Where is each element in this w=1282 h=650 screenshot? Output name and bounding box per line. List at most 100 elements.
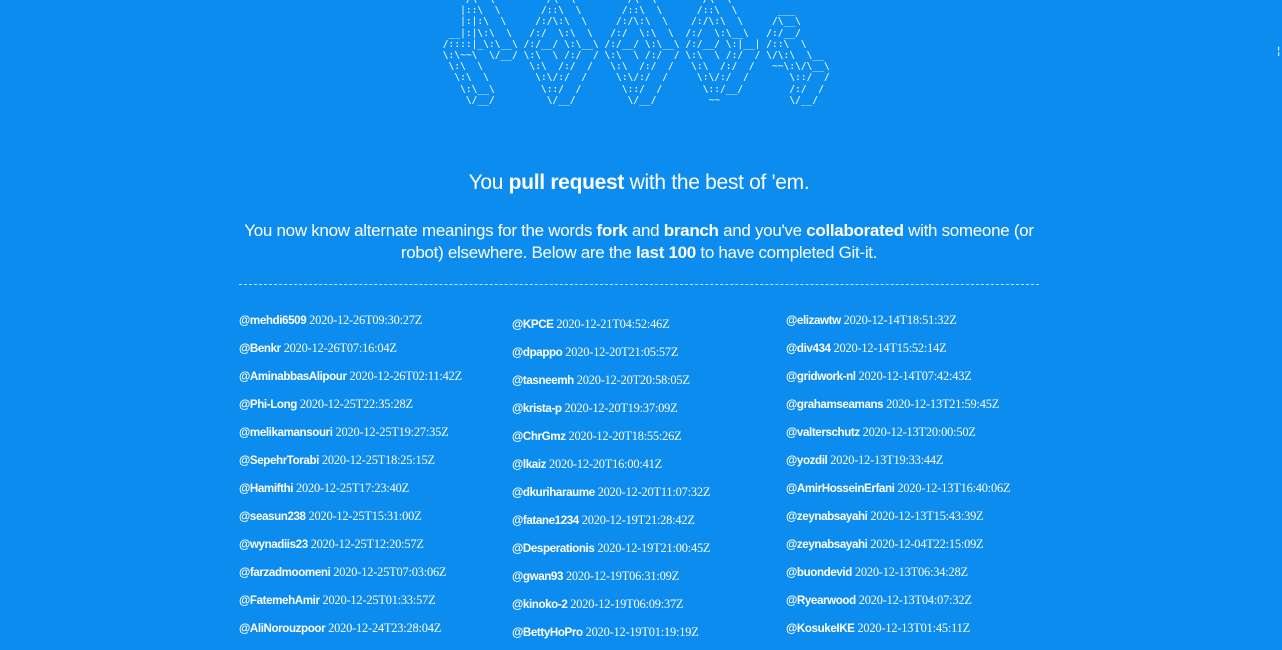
user-handle-link[interactable]: @dkuriharaume	[512, 486, 595, 499]
completion-entry: @FatemehAmir 2020-12-25T01:33:57Z	[239, 593, 436, 608]
user-handle-link[interactable]: @div434	[786, 342, 831, 355]
completion-entry: @Hamifthi 2020-12-25T17:23:40Z	[239, 481, 409, 496]
completion-timestamp: 2020-12-13T06:34:28Z	[854, 565, 968, 579]
completion-entry: @yozdil 2020-12-13T19:33:44Z	[786, 453, 943, 468]
completion-timestamp: 2020-12-26T09:30:27Z	[309, 313, 423, 327]
intro-term-collaborated: collaborated	[806, 221, 904, 240]
completion-entry: @gridwork-nl 2020-12-14T07:42:43Z	[786, 369, 972, 384]
user-handle-link[interactable]: @mehdi6509	[239, 314, 307, 327]
completion-timestamp: 2020-12-13T01:45:11Z	[857, 621, 970, 635]
completion-timestamp: 2020-12-19T21:00:45Z	[597, 541, 711, 555]
user-handle-link[interactable]: @elizawtw	[786, 314, 841, 327]
completion-timestamp: 2020-12-13T16:40:06Z	[897, 481, 1011, 495]
user-handle-link[interactable]: @BettyHoPro	[512, 626, 583, 639]
completion-entry: @div434 2020-12-14T15:52:14Z	[786, 341, 947, 356]
completion-entry: @AmirHosseinErfani 2020-12-13T16:40:06Z	[786, 481, 1011, 496]
completion-entry: @zeynabsayahi 2020-12-13T15:43:39Z	[786, 509, 984, 524]
user-handle-link[interactable]: @AliNorouzpoor	[239, 622, 326, 635]
user-handle-link[interactable]: @yozdil	[786, 454, 828, 467]
completion-timestamp: 2020-12-19T01:19:19Z	[585, 625, 699, 639]
user-handle-link[interactable]: @zeynabsayahi	[786, 510, 868, 523]
user-handle-link[interactable]: @krista-p	[512, 402, 562, 415]
completion-timestamp: 2020-12-19T06:09:37Z	[570, 597, 684, 611]
intro-text-1: You now know alternate meanings for the …	[244, 221, 597, 240]
completion-timestamp: 2020-12-25T01:33:57Z	[322, 593, 436, 607]
completion-timestamp: 2020-12-25T18:25:15Z	[321, 453, 435, 467]
completion-timestamp: 2020-12-25T19:27:35Z	[335, 425, 449, 439]
user-handle-link[interactable]: @AminabbasAlipour	[239, 370, 347, 383]
completion-timestamp: 2020-12-14T15:52:14Z	[833, 341, 947, 355]
user-handle-link[interactable]: @ChrGmz	[512, 430, 566, 443]
user-handle-link[interactable]: @grahamseamans	[786, 398, 884, 411]
user-handle-link[interactable]: @Phi-Long	[239, 398, 297, 411]
user-handle-link[interactable]: @melikamansouri	[239, 426, 333, 439]
completion-timestamp: 2020-12-20T18:55:26Z	[568, 429, 682, 443]
completion-timestamp: 2020-12-13T19:33:44Z	[830, 453, 944, 467]
user-handle-link[interactable]: @KPCE	[512, 318, 554, 331]
headline-strong: pull request	[508, 171, 625, 194]
intro-text-2: and	[627, 221, 664, 240]
completion-timestamp: 2020-12-20T20:58:05Z	[576, 373, 690, 387]
intro-text-3: and you've	[718, 221, 807, 240]
user-handle-link[interactable]: @seasun238	[239, 510, 306, 523]
user-handle-link[interactable]: @dpappo	[512, 346, 563, 359]
completion-entry: @wynadiis23 2020-12-25T12:20:57Z	[239, 537, 424, 552]
completion-entry: @tasneemh 2020-12-20T20:58:05Z	[512, 373, 690, 388]
completion-entry: @kinoko-2 2020-12-19T06:09:37Z	[512, 597, 684, 612]
completion-timestamp: 2020-12-25T17:23:40Z	[296, 481, 410, 495]
headline-suffix: with the best of 'em.	[624, 171, 810, 194]
user-handle-link[interactable]: @buondevid	[786, 566, 852, 579]
completion-timestamp: 2020-12-20T11:07:32Z	[597, 485, 711, 499]
user-handle-link[interactable]: @tasneemh	[512, 374, 574, 387]
completion-entry: @AliNorouzpoor 2020-12-24T23:28:04Z	[239, 621, 441, 636]
user-handle-link[interactable]: @Desperationis	[512, 542, 595, 555]
completion-entry: @lkaiz 2020-12-20T16:00:41Z	[512, 457, 662, 472]
completion-entry: @KPCE 2020-12-21T04:52:46Z	[512, 317, 670, 332]
headline-prefix: You	[468, 171, 509, 194]
completion-entry: @grahamseamans 2020-12-13T21:59:45Z	[786, 397, 999, 412]
user-handle-link[interactable]: @farzadmoomeni	[239, 566, 331, 579]
user-handle-link[interactable]: @wynadiis23	[239, 538, 308, 551]
completion-timestamp: 2020-12-20T16:00:41Z	[548, 457, 662, 471]
completion-timestamp: 2020-12-26T02:11:42Z	[349, 369, 463, 383]
completion-entry: @buondevid 2020-12-13T06:34:28Z	[786, 565, 968, 580]
user-handle-link[interactable]: @gridwork-nl	[786, 370, 856, 383]
user-handle-link[interactable]: @Ryearwood	[786, 594, 856, 607]
user-handle-link[interactable]: @valterschutz	[786, 426, 860, 439]
edge-glyph: ¦	[1275, 44, 1282, 57]
user-handle-link[interactable]: @zeynabsayahi	[786, 538, 868, 551]
user-handle-link[interactable]: @fatane1234	[512, 514, 579, 527]
completion-entry: @valterschutz 2020-12-13T20:00:50Z	[786, 425, 976, 440]
completion-entry: @farzadmoomeni 2020-12-25T07:03:06Z	[239, 565, 447, 580]
git-it-ascii-banner: /\ \ /\ \ /\ \ /\ \ |::\ \ /::\ \ /::\ \…	[442, 0, 830, 106]
user-handle-link[interactable]: @Benkr	[239, 342, 281, 355]
intro-text-5: to have completed Git-it.	[695, 243, 878, 262]
user-handle-link[interactable]: @SepehrTorabi	[239, 454, 319, 467]
intro-paragraph: You now know alternate meanings for the …	[239, 220, 1039, 264]
completion-timestamp: 2020-12-25T22:35:28Z	[299, 397, 413, 411]
user-handle-link[interactable]: @KosukeIKE	[786, 622, 855, 635]
intro-term-branch: branch	[663, 221, 719, 240]
user-handle-link[interactable]: @FatemehAmir	[239, 594, 320, 607]
completion-entry: @mehdi6509 2020-12-26T09:30:27Z	[239, 313, 422, 328]
completion-timestamp: 2020-12-04T22:15:09Z	[870, 537, 984, 551]
completion-timestamp: 2020-12-13T15:43:39Z	[870, 509, 984, 523]
completion-timestamp: 2020-12-13T04:07:32Z	[858, 593, 972, 607]
completion-timestamp: 2020-12-20T21:05:57Z	[565, 345, 679, 359]
user-handle-link[interactable]: @lkaiz	[512, 458, 546, 471]
user-handle-link[interactable]: @kinoko-2	[512, 598, 568, 611]
user-handle-link[interactable]: @AmirHosseinErfani	[786, 482, 895, 495]
completion-timestamp: 2020-12-19T06:31:09Z	[565, 569, 679, 583]
completion-entry: @melikamansouri 2020-12-25T19:27:35Z	[239, 425, 449, 440]
completion-timestamp: 2020-12-25T07:03:06Z	[333, 565, 447, 579]
completion-entry: @zeynabsayahi 2020-12-04T22:15:09Z	[786, 537, 984, 552]
user-handle-link[interactable]: @Hamifthi	[239, 482, 293, 495]
page-headline: You pull request with the best of 'em.	[0, 171, 1278, 195]
completion-entry: @gwan93 2020-12-19T06:31:09Z	[512, 569, 679, 584]
intro-term-fork: fork	[596, 221, 628, 240]
completion-timestamp: 2020-12-25T12:20:57Z	[310, 537, 424, 551]
completion-entry: @dpappo 2020-12-20T21:05:57Z	[512, 345, 678, 360]
completion-entry: @ChrGmz 2020-12-20T18:55:26Z	[512, 429, 682, 444]
completion-timestamp: 2020-12-20T19:37:09Z	[564, 401, 678, 415]
user-handle-link[interactable]: @gwan93	[512, 570, 563, 583]
